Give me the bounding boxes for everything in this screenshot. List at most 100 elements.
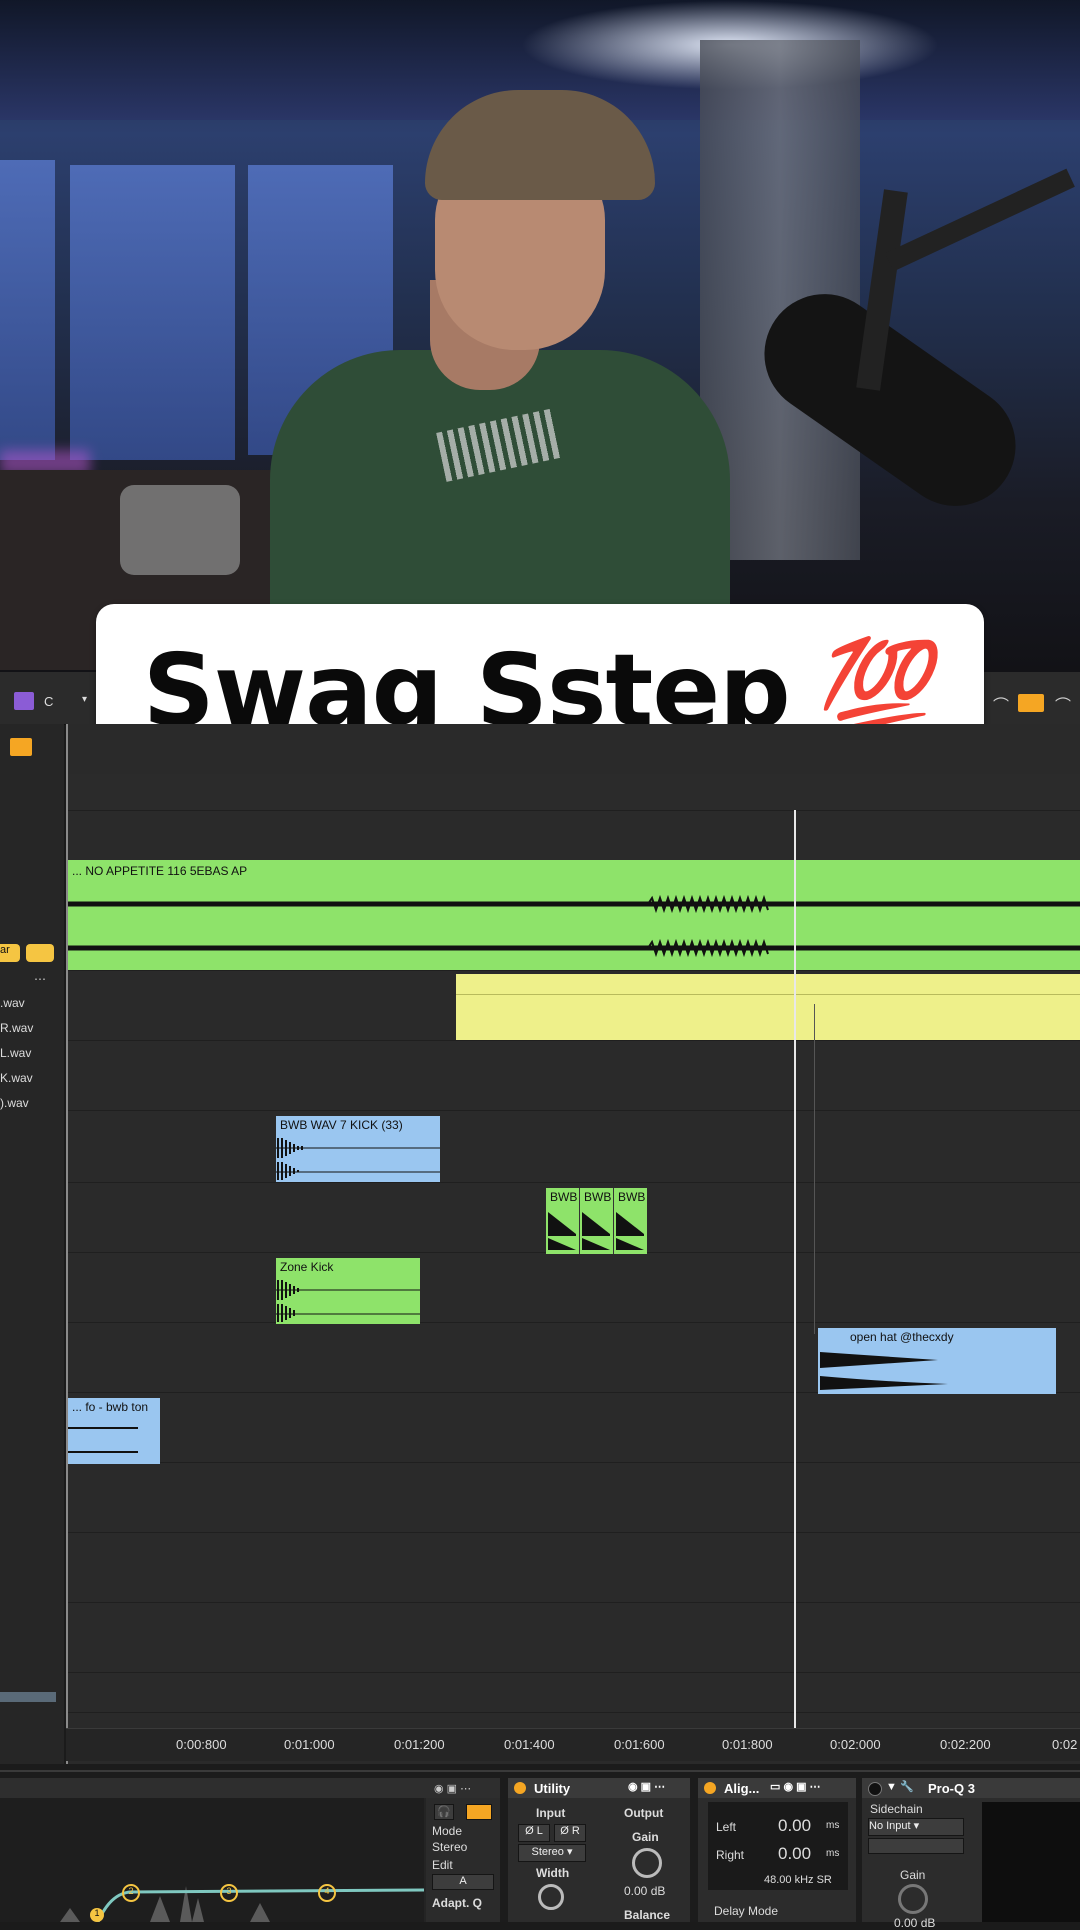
file-item[interactable]: .wav	[0, 996, 25, 1010]
key-selector[interactable]: C ▾	[14, 692, 94, 712]
right-value[interactable]: 0.00	[778, 1844, 811, 1864]
gain-knob[interactable]	[632, 1848, 662, 1878]
ruler-tick: 0:01:800	[722, 1737, 773, 1752]
utility-device[interactable]: Utility ◉ ▣ ⋯ Input Output Ø L Ø R Stere…	[508, 1778, 690, 1922]
eq-band-point[interactable]: 4	[318, 1884, 336, 1902]
left-unit: ms	[826, 1820, 840, 1831]
track-lane[interactable]	[68, 1040, 1080, 1111]
scroll-indicator[interactable]	[0, 1692, 56, 1702]
sidechain-input-select[interactable]: No Input ▾	[868, 1818, 964, 1836]
band-number: 1	[94, 1908, 100, 1918]
streamer	[260, 80, 740, 672]
ruler-tick: 0:01:200	[394, 1737, 445, 1752]
adapt-q-label[interactable]: Adapt. Q	[432, 1896, 482, 1910]
phase-left-button[interactable]: Ø L	[518, 1824, 550, 1842]
channel-mode-select[interactable]: Stereo ▾	[518, 1844, 586, 1862]
width-knob[interactable]	[538, 1884, 564, 1910]
scale-icon	[14, 692, 34, 710]
track-lane[interactable]	[68, 1252, 1080, 1323]
ruler-tick: 0:02:000	[830, 1737, 881, 1752]
device-menu-icon[interactable]: ▭ ◉ ▣ ⋯	[770, 1780, 821, 1793]
filter-button[interactable]	[10, 738, 32, 756]
arrangement-view[interactable]: ... NO APPETITE 116 5EBAS AP BWB WAV 7 K…	[66, 724, 1080, 1764]
track-lane[interactable]	[68, 1602, 1080, 1673]
add-tag-button[interactable]	[26, 944, 54, 962]
device-title: Utility	[534, 1781, 571, 1796]
eq-band-point[interactable]: 2	[122, 1884, 140, 1902]
file-item[interactable]: K.wav	[0, 1071, 33, 1085]
audio-clip-kick[interactable]: BWB WAV 7 KICK (33)	[276, 1116, 440, 1182]
band-number: 3	[226, 1886, 232, 1896]
delay-mode-label: Delay Mode	[714, 1904, 779, 1918]
gain-knob[interactable]	[898, 1884, 928, 1914]
gain-value: 0.00 dB	[624, 1884, 666, 1898]
playhead[interactable]	[794, 810, 796, 1735]
proq-device[interactable]: ▼ 🔧 Pro-Q 3 Sidechain No Input ▾ Gain 0.…	[862, 1778, 1080, 1930]
output-label: Output	[624, 1806, 664, 1820]
gain-label: Gain	[900, 1868, 926, 1882]
edit-a-button[interactable]: A	[432, 1874, 494, 1890]
audio-clip-open-hat[interactable]: open hat @thecxdy	[818, 1328, 1056, 1394]
phase-right-button[interactable]: Ø R	[554, 1824, 586, 1842]
device-on-icon[interactable]	[514, 1782, 526, 1794]
audio-clip-bwb[interactable]: BWB	[614, 1188, 647, 1254]
audio-clip-main[interactable]: ... NO APPETITE 116 5EBAS AP	[68, 860, 1080, 970]
audio-clip-fo-bwb[interactable]: ... fo - bwb ton	[68, 1398, 160, 1464]
band-number: 4	[324, 1886, 330, 1896]
input-label: Input	[536, 1806, 566, 1820]
audio-clip-bwb[interactable]: BWB	[580, 1188, 614, 1254]
chevron-down-icon: ▾	[82, 694, 88, 705]
device-title: Alig...	[724, 1781, 760, 1796]
track-lane[interactable]	[68, 1532, 1080, 1603]
wave-shape-icon[interactable]: ⌒	[993, 692, 1009, 716]
right-unit: ms	[826, 1848, 840, 1859]
device-menu-icon[interactable]: ▼ 🔧	[886, 1780, 914, 1793]
audio-clip-zone-kick[interactable]: Zone Kick	[276, 1258, 420, 1324]
track-lane[interactable]	[68, 1672, 1080, 1713]
eq-device[interactable]: 1 2 3 4 🎧 Mode Stereo Edit A Adapt. Q ◉ …	[0, 1778, 500, 1922]
track-lane[interactable]	[68, 1462, 1080, 1533]
audio-clip-bwb[interactable]: BWB	[546, 1188, 580, 1254]
left-label: Left	[716, 1820, 737, 1834]
track-lane[interactable]	[68, 1110, 1080, 1183]
wave-shape-icon-2[interactable]: ⌒	[1055, 692, 1071, 716]
key-value: C	[44, 694, 54, 709]
file-browser: ar ⋯ .wav R.wav L.wav K.wav ).wav	[0, 724, 64, 1764]
tag-chip-label: ar	[0, 944, 10, 956]
sidechain-channel-select[interactable]	[868, 1838, 964, 1854]
waveform	[276, 1138, 440, 1180]
device-menu-icon[interactable]: ◉ ▣ ⋯	[628, 1780, 665, 1793]
more-icon[interactable]: ⋯	[460, 1783, 471, 1795]
time-ruler[interactable]: 0:00:800 0:01:000 0:01:200 0:01:400 0:01…	[66, 1728, 1080, 1761]
phase-r-label: Ø R	[560, 1825, 580, 1837]
right-label: Right	[716, 1848, 745, 1862]
width-label: Width	[536, 1866, 570, 1880]
sidechain-input-value: No Input	[869, 1820, 911, 1832]
audio-clip-yellow[interactable]	[456, 974, 1080, 1040]
headphone-button[interactable]: 🎧	[434, 1804, 454, 1820]
file-item[interactable]: L.wav	[0, 1046, 31, 1060]
align-device[interactable]: Alig... ▭ ◉ ▣ ⋯ Left 0.00 ms Right 0.00 …	[698, 1778, 856, 1922]
analyzer-button[interactable]	[466, 1804, 492, 1820]
hot-swap-icon[interactable]: ◉	[434, 1783, 444, 1795]
gain-value: 0.00 dB	[894, 1916, 936, 1930]
eq-band-point[interactable]: 3	[220, 1884, 238, 1902]
file-item[interactable]: ).wav	[0, 1096, 29, 1110]
tag-chip[interactable]: ar	[0, 944, 20, 962]
edit-label: Edit	[432, 1858, 453, 1872]
loop-switch-icon[interactable]	[1018, 694, 1044, 712]
mode-value[interactable]: Stereo	[432, 1840, 467, 1854]
track-lane[interactable]	[68, 1392, 1080, 1463]
save-icon[interactable]: ▣	[447, 1783, 457, 1795]
device-on-icon[interactable]	[704, 1782, 716, 1794]
device-on-icon[interactable]	[868, 1782, 882, 1796]
left-value[interactable]: 0.00	[778, 1816, 811, 1836]
waveform	[276, 1280, 420, 1322]
file-item[interactable]: R.wav	[0, 1021, 33, 1035]
eq-display[interactable]	[0, 1798, 424, 1922]
ruler-tick: 0:01:000	[284, 1737, 335, 1752]
ruler-tick: 0:02:200	[940, 1737, 991, 1752]
more-icon[interactable]: ⋯	[34, 972, 46, 986]
plugin-display[interactable]	[982, 1802, 1080, 1922]
loop-marker	[814, 1004, 815, 1334]
